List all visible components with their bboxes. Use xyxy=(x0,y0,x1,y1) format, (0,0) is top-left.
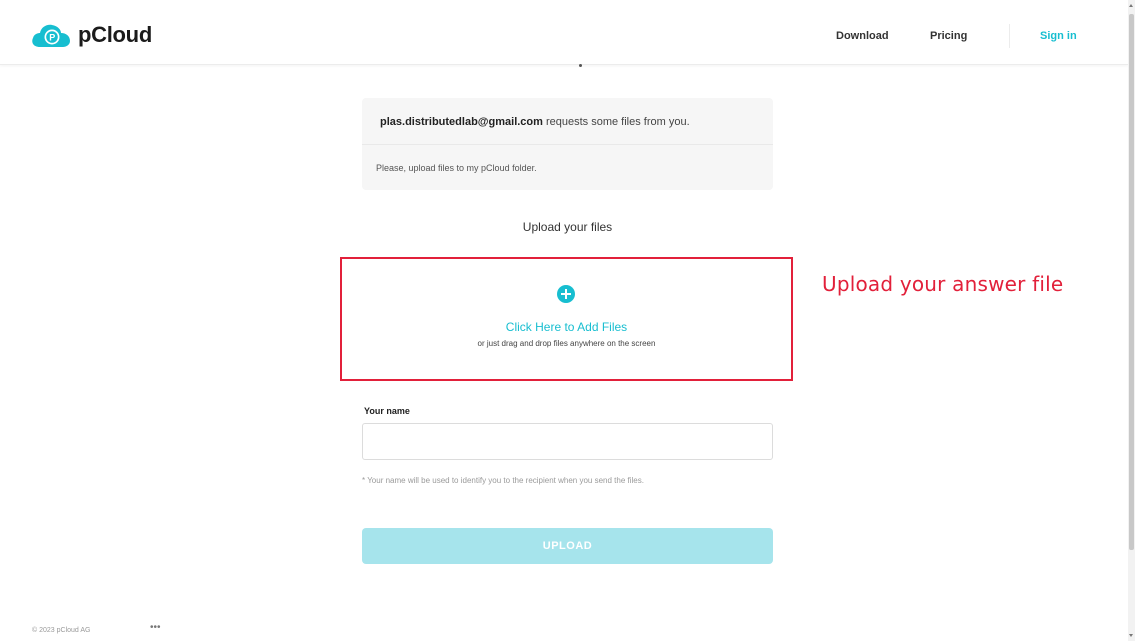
logo[interactable]: P pCloud xyxy=(30,22,152,48)
footer-more-button[interactable]: ••• xyxy=(150,622,161,633)
requester-email: plas.distributedlab@gmail.com xyxy=(380,116,543,128)
request-text: requests some files from you. xyxy=(542,116,690,128)
add-files-plus-icon[interactable] xyxy=(557,285,575,303)
scroll-up-arrow-icon[interactable] xyxy=(1129,4,1133,7)
decorative-dot xyxy=(579,64,582,67)
request-line: plas.distributedlab@gmail.com requests s… xyxy=(380,116,690,128)
svg-text:P: P xyxy=(49,33,55,43)
page: P pCloud Download Pricing Sign in plas.d… xyxy=(0,0,1135,641)
upload-button[interactable]: UPLOAD xyxy=(362,528,773,564)
request-divider xyxy=(362,144,773,145)
nav-divider xyxy=(1009,24,1010,48)
scrollbar[interactable] xyxy=(1128,0,1135,641)
nav-signin[interactable]: Sign in xyxy=(1040,30,1077,42)
annotation-label: Upload your answer file xyxy=(822,272,1064,296)
upload-title-text: Upload your files xyxy=(522,220,613,234)
request-card: plas.distributedlab@gmail.com requests s… xyxy=(362,98,773,190)
logo-text: pCloud xyxy=(78,22,152,47)
name-label: Your name xyxy=(364,406,410,416)
add-files-link[interactable]: Click Here to Add Files xyxy=(342,320,791,334)
name-hint: * Your name will be used to identify you… xyxy=(362,476,644,485)
footer-copyright: © 2023 pCloud AG xyxy=(32,627,91,634)
drag-drop-hint: or just drag and drop files anywhere on … xyxy=(477,339,656,348)
name-input[interactable] xyxy=(362,423,773,460)
pcloud-logo-icon: P xyxy=(30,22,72,48)
nav-pricing[interactable]: Pricing xyxy=(930,30,967,42)
request-message: Please, upload files to my pCloud folder… xyxy=(376,163,537,173)
nav-download[interactable]: Download xyxy=(836,30,889,42)
header: P pCloud Download Pricing Sign in xyxy=(0,0,1128,65)
scrollbar-thumb[interactable] xyxy=(1129,14,1134,550)
upload-title: Upload your files xyxy=(0,220,1135,234)
file-dropzone[interactable]: Click Here to Add Files or just drag and… xyxy=(340,257,793,381)
scroll-down-arrow-icon[interactable] xyxy=(1129,634,1133,637)
